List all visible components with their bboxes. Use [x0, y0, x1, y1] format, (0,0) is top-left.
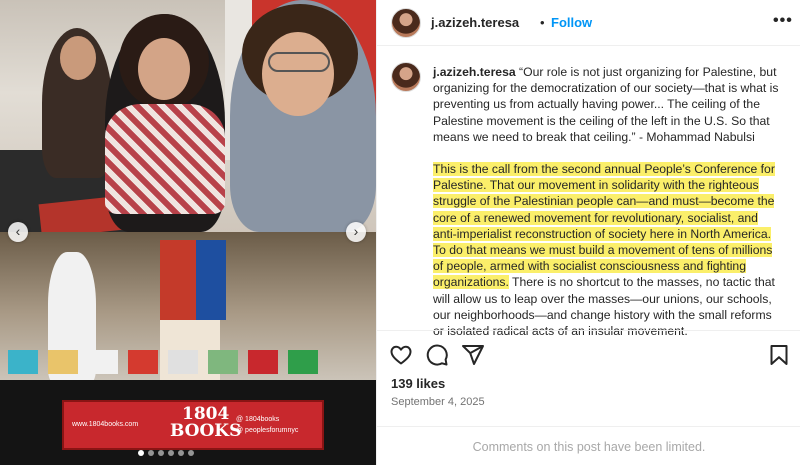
post-caption: j.azizeh.teresa “Our role is not just or…	[433, 64, 785, 339]
photo-books	[8, 350, 348, 386]
carousel-dots	[138, 450, 194, 456]
photo-book-table: www.1804books.com 1804 BOOKS @ 1804books…	[0, 232, 376, 465]
photo-poster	[160, 240, 196, 320]
banner-logo: 1804 BOOKS	[170, 404, 242, 441]
carousel-dot[interactable]	[178, 450, 184, 456]
avatar[interactable]	[391, 8, 421, 38]
carousel-dot[interactable]	[158, 450, 164, 456]
comments-limited-notice: Comments on this post have been limited.	[377, 426, 800, 465]
action-bar	[377, 330, 800, 376]
carousel-dot[interactable]	[168, 450, 174, 456]
more-options-icon[interactable]: •••	[773, 12, 793, 30]
caption-username[interactable]: j.azizeh.teresa	[433, 65, 516, 79]
follow-button[interactable]: Follow	[551, 15, 592, 30]
photo-person-left	[42, 28, 112, 178]
carousel-dot[interactable]	[188, 450, 194, 456]
carousel-dot[interactable]	[148, 450, 154, 456]
header-username[interactable]: j.azizeh.teresa	[431, 15, 519, 30]
caption-avatar[interactable]	[391, 62, 421, 92]
caption-paragraph-quote: j.azizeh.teresa “Our role is not just or…	[433, 64, 785, 145]
header-separator: •	[540, 15, 545, 30]
heart-icon[interactable]	[389, 343, 413, 367]
photo-poster	[196, 240, 226, 320]
caption-paragraph-call: This is the call from the second annual …	[433, 161, 785, 339]
share-icon[interactable]	[461, 343, 485, 367]
photo-person-right	[230, 0, 376, 232]
banner-handles: @ 1804books @ peoplesforumnyc	[236, 416, 299, 434]
carousel-dot[interactable]	[138, 450, 144, 456]
bookmark-icon[interactable]	[767, 343, 791, 367]
post-media[interactable]: www.1804books.com 1804 BOOKS @ 1804books…	[0, 0, 376, 465]
photo-person-middle	[105, 14, 225, 232]
banner-website: www.1804books.com	[72, 421, 139, 428]
caption-highlighted-text: This is the call from the second annual …	[433, 162, 775, 290]
post-panel: j.azizeh.teresa • Follow ••• j.azizeh.te…	[376, 0, 800, 465]
bookstore-banner: www.1804books.com 1804 BOOKS @ 1804books…	[62, 400, 324, 450]
photo-booth-people	[0, 0, 376, 232]
post-date[interactable]: September 4, 2025	[391, 396, 485, 408]
comment-icon[interactable]	[425, 343, 449, 367]
post-header: j.azizeh.teresa • Follow •••	[377, 0, 800, 46]
likes-count[interactable]: 139 likes	[391, 376, 445, 391]
carousel-next-button[interactable]: ›	[346, 222, 366, 242]
carousel-prev-button[interactable]: ‹	[8, 222, 28, 242]
